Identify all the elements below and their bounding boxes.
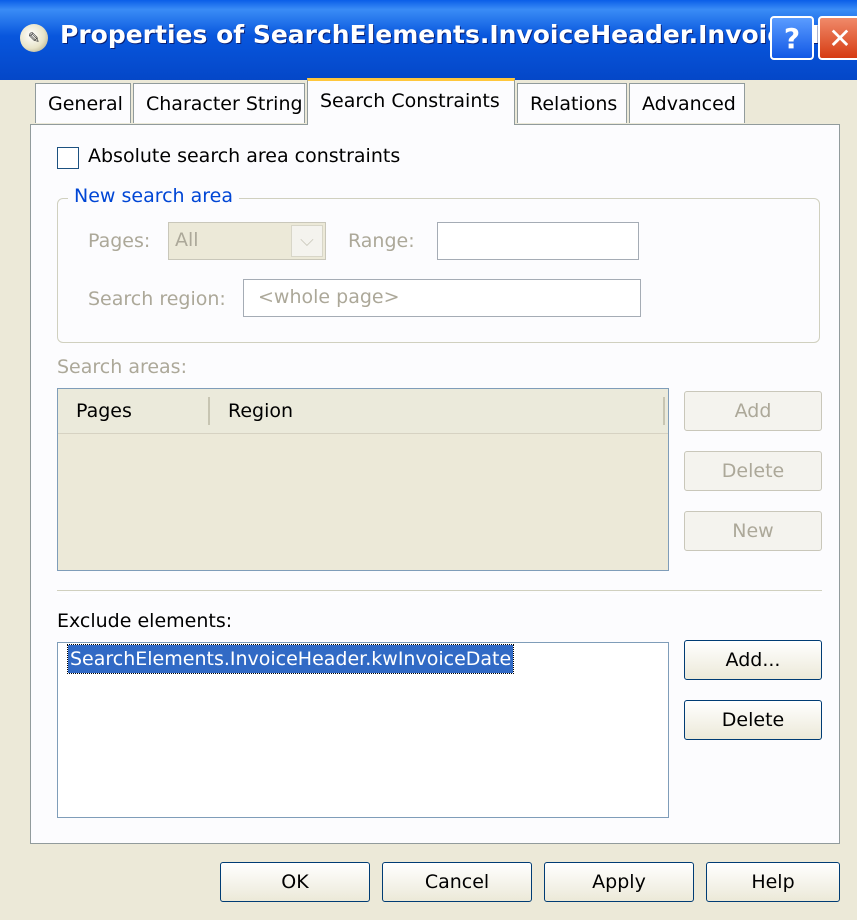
apply-button[interactable]: Apply (544, 862, 694, 902)
search-areas-label: Search areas: (57, 356, 187, 378)
exclude-elements-list[interactable]: SearchElements.InvoiceHeader.kwInvoiceDa… (57, 642, 669, 818)
search-region-input[interactable]: <whole page> (243, 279, 641, 317)
section-divider (57, 590, 822, 594)
range-label: Range: (348, 230, 415, 252)
list-item[interactable]: SearchElements.InvoiceHeader.kwInvoiceDa… (66, 644, 515, 674)
close-button[interactable]: ✕ (818, 16, 857, 60)
exclude-add-button[interactable]: Add... (684, 640, 822, 680)
column-divider-end[interactable] (663, 397, 665, 425)
tab-advanced[interactable]: Advanced (629, 83, 745, 123)
tab-character-string[interactable]: Character String (133, 83, 305, 123)
help-button[interactable]: Help (706, 862, 840, 902)
close-icon: ✕ (828, 22, 852, 55)
search-area-new-button[interactable]: New (684, 511, 822, 551)
column-divider[interactable] (208, 397, 210, 425)
search-region-label: Search region: (88, 288, 226, 310)
new-search-area-title: New search area (68, 185, 240, 207)
search-area-delete-button[interactable]: Delete (684, 451, 822, 491)
app-icon: ✎ (20, 24, 48, 52)
exclude-elements-label: Exclude elements: (57, 610, 233, 632)
ok-button[interactable]: OK (220, 862, 370, 902)
pages-label: Pages: (88, 230, 151, 252)
new-search-area-group (57, 198, 820, 343)
window-title: Properties of SearchElements.InvoiceHead… (60, 20, 849, 49)
column-pages[interactable]: Pages (76, 400, 132, 422)
search-areas-header: Pages Region (58, 389, 668, 434)
tab-general[interactable]: General (35, 83, 131, 123)
pages-select[interactable]: All ⌵ (168, 222, 326, 260)
search-areas-list[interactable]: Pages Region (57, 388, 669, 571)
chevron-down-icon[interactable]: ⌵ (291, 225, 323, 257)
search-region-value: <whole page> (258, 286, 400, 308)
absolute-constraints-label[interactable]: Absolute search area constraints (88, 145, 400, 167)
help-title-button[interactable]: ? (770, 16, 814, 60)
pages-select-value: All (175, 229, 199, 251)
range-input[interactable] (437, 222, 639, 260)
exclude-delete-button[interactable]: Delete (684, 700, 822, 740)
tab-search-constraints[interactable]: Search Constraints (307, 78, 515, 125)
search-area-add-button[interactable]: Add (684, 391, 822, 431)
column-region[interactable]: Region (228, 400, 293, 422)
cancel-button[interactable]: Cancel (382, 862, 532, 902)
properties-dialog: ✎ Properties of SearchElements.InvoiceHe… (0, 0, 857, 920)
title-bar[interactable]: ✎ Properties of SearchElements.InvoiceHe… (0, 0, 857, 80)
absolute-constraints-checkbox[interactable] (57, 147, 79, 169)
tab-relations[interactable]: Relations (517, 83, 627, 123)
